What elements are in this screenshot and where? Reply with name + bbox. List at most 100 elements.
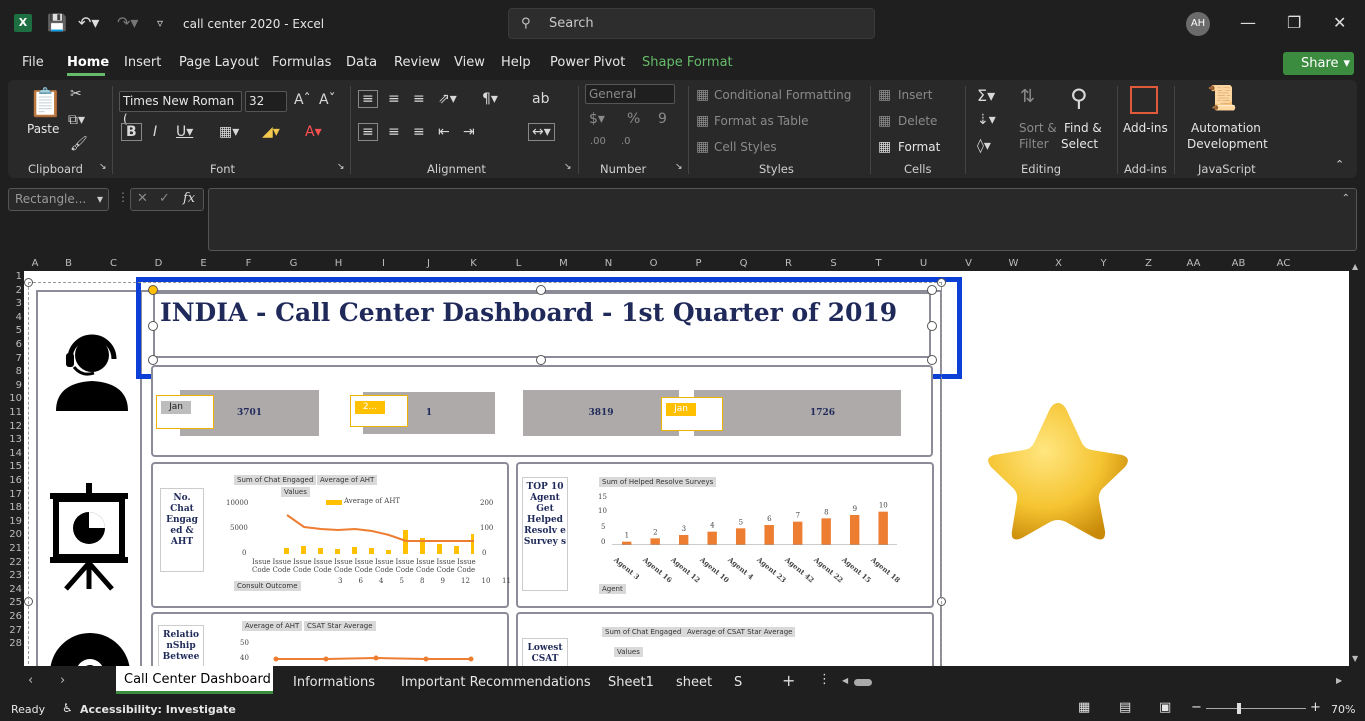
column-header[interactable]: M	[541, 258, 586, 269]
script-icon[interactable]: 📜	[1207, 84, 1237, 112]
number-format-select[interactable]: General	[585, 84, 675, 104]
row-header[interactable]: 10	[0, 393, 22, 404]
row-header[interactable]: 13	[0, 434, 22, 445]
column-header[interactable]: T	[856, 258, 901, 269]
zoom-level[interactable]: 70%	[1331, 703, 1355, 716]
wrap-text-icon[interactable]: ab	[532, 91, 549, 107]
insert-cells-button[interactable]: Insert	[898, 88, 932, 102]
redo-icon[interactable]: ↷▾	[117, 13, 138, 32]
tab-sheet[interactable]: sheet	[676, 675, 712, 690]
column-header[interactable]: P	[676, 258, 721, 269]
cell-styles-button[interactable]: Cell Styles	[714, 140, 777, 154]
align-right-icon[interactable]: ≡	[413, 124, 425, 140]
increase-font-icon[interactable]: Aˆ	[294, 92, 311, 108]
column-header[interactable]: N	[586, 258, 631, 269]
search-box[interactable]: ⚲ Search	[508, 8, 875, 39]
find-select-button[interactable]: Find &	[1064, 121, 1102, 135]
rtl-icon[interactable]: ¶▾	[482, 91, 498, 107]
row-header[interactable]: 2	[0, 285, 22, 296]
menu-file[interactable]: File	[22, 55, 44, 70]
maximize-icon[interactable]: ❐	[1287, 13, 1301, 32]
tab-sheet1[interactable]: Sheet1	[608, 675, 654, 690]
decrease-indent-icon[interactable]: ⇤	[438, 124, 450, 140]
row-header[interactable]: 1	[0, 271, 22, 282]
increase-indent-icon[interactable]: ⇥	[463, 124, 475, 140]
column-header[interactable]: B	[46, 258, 91, 269]
insert-function-button[interactable]: fx	[183, 191, 195, 206]
cancel-icon[interactable]: ✕	[137, 191, 148, 206]
share-button[interactable]: Share ▾	[1283, 52, 1354, 75]
collapse-ribbon-icon[interactable]: ⌃	[1335, 158, 1344, 171]
copy-icon[interactable]: ⧉▾	[68, 112, 85, 128]
scroll-down-icon[interactable]: ▼	[1352, 654, 1358, 663]
format-as-table-button[interactable]: Format as Table	[714, 114, 809, 128]
column-header[interactable]: S	[811, 258, 856, 269]
conditional-formatting-icon[interactable]: ▦	[696, 87, 709, 103]
row-header[interactable]: 20	[0, 529, 22, 540]
format-cells-button[interactable]: Format	[898, 140, 940, 154]
menu-home[interactable]: Home	[67, 55, 109, 70]
menu-formulas[interactable]: Formulas	[272, 55, 331, 70]
increase-decimal-icon[interactable]: .00	[590, 136, 606, 147]
underline-icon[interactable]: U▾	[176, 124, 193, 140]
clear-icon[interactable]: ◊▾	[977, 138, 991, 154]
merge-center-icon[interactable]: ↔▾	[528, 123, 555, 141]
name-box[interactable]: Rectangle... ▾	[8, 188, 109, 211]
align-middle-icon[interactable]: ≡	[388, 91, 400, 107]
column-header[interactable]: AB	[1216, 258, 1261, 269]
font-size-select[interactable]: 32	[245, 91, 287, 112]
column-header[interactable]: L	[496, 258, 541, 269]
zoom-thumb[interactable]	[1237, 703, 1241, 714]
row-header[interactable]: 22	[0, 557, 22, 568]
dialog-launcher-icon[interactable]: ↘	[675, 162, 683, 172]
menu-insert[interactable]: Insert	[124, 55, 161, 70]
avatar[interactable]: AH	[1186, 12, 1210, 36]
dialog-launcher-icon[interactable]: ↘	[99, 162, 107, 172]
row-header[interactable]: 25	[0, 597, 22, 608]
close-icon[interactable]: ✕	[1333, 13, 1346, 32]
column-header[interactable]: R	[766, 258, 811, 269]
column-header[interactable]: F	[226, 258, 271, 269]
row-header[interactable]: 28	[0, 638, 22, 649]
tab-call-center-dashboard[interactable]: Call Center Dashboard	[116, 666, 273, 694]
column-header[interactable]: V	[946, 258, 991, 269]
automation-development-button[interactable]: Automation	[1191, 121, 1261, 135]
autosum-icon[interactable]: Σ▾	[977, 86, 995, 105]
column-header[interactable]: Y	[1081, 258, 1126, 269]
menu-help[interactable]: Help	[501, 55, 531, 70]
add-ins-icon[interactable]	[1130, 86, 1158, 114]
column-header[interactable]: U	[901, 258, 946, 269]
scroll-up-icon[interactable]: ▲	[1352, 262, 1358, 271]
vertical-scrollbar[interactable]: ▲ ▼	[1349, 258, 1365, 666]
row-header[interactable]: 11	[0, 407, 22, 418]
sort-filter-button[interactable]: Sort &	[1019, 121, 1057, 135]
scroll-right-icon[interactable]: ▶	[1336, 676, 1342, 685]
fill-color-icon[interactable]: ◢▾	[262, 124, 280, 140]
select-all-corner[interactable]	[0, 258, 24, 271]
column-header[interactable]: E	[181, 258, 226, 269]
row-header[interactable]: 15	[0, 461, 22, 472]
align-center-icon[interactable]: ≡	[388, 124, 400, 140]
bold-icon[interactable]: B	[121, 123, 142, 141]
italic-icon[interactable]: I	[153, 124, 157, 140]
menu-page-layout[interactable]: Page Layout	[179, 55, 259, 70]
comma-icon[interactable]: 9	[658, 111, 667, 127]
scroll-tabs-right-icon[interactable]: ›	[60, 673, 65, 688]
minimize-icon[interactable]: —	[1240, 13, 1256, 32]
row-header[interactable]: 23	[0, 570, 22, 581]
menu-data[interactable]: Data	[346, 55, 377, 70]
column-header[interactable]: A	[24, 258, 46, 269]
tab-s[interactable]: S	[734, 675, 742, 690]
zoom-out-icon[interactable]: −	[1191, 700, 1202, 715]
column-header[interactable]: G	[271, 258, 316, 269]
column-header[interactable]: X	[1036, 258, 1081, 269]
row-header[interactable]: 4	[0, 312, 22, 323]
page-layout-view-icon[interactable]: ▤	[1119, 700, 1131, 715]
menu-view[interactable]: View	[454, 55, 485, 70]
row-header[interactable]: 26	[0, 611, 22, 622]
row-header[interactable]: 9	[0, 380, 22, 391]
font-family-select[interactable]: Times New Roman (	[119, 91, 242, 126]
currency-icon[interactable]: $▾	[589, 111, 605, 127]
align-top-icon[interactable]: ≡	[358, 90, 378, 108]
format-as-table-icon[interactable]: ▦	[696, 113, 709, 129]
